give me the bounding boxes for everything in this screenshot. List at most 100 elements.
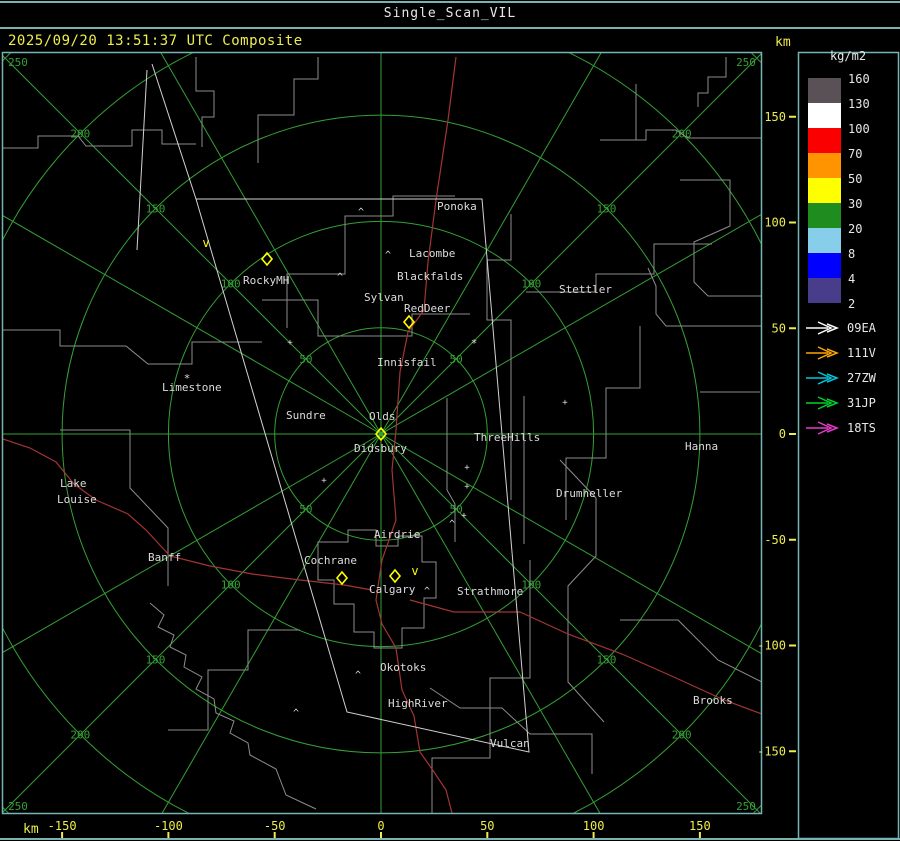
city-label-banff: Banff <box>148 551 181 564</box>
radar-display-canvas: 50 5050 50100 100100 100150 150150 150200 20020… <box>0 49 900 840</box>
city-label-hanna: Hanna <box>685 440 718 453</box>
y-tick-label--150: -150 <box>757 744 786 758</box>
asterisk-marker-icon: * <box>471 337 478 350</box>
city-label-reddeer: RedDeer <box>404 302 451 315</box>
plus-marker-icon: + <box>464 463 470 473</box>
ring-label-150: 150 <box>597 653 617 666</box>
caret-marker-icon: ^ <box>358 207 364 218</box>
caret-marker-icon: ^ <box>385 250 391 261</box>
asterisk-marker-icon: * <box>184 372 191 385</box>
azimuth-line-120deg <box>380 433 762 655</box>
plus-marker-icon: + <box>562 398 568 408</box>
yellow-v-marker-icon: v <box>202 236 209 250</box>
x-tick-label--100: -100 <box>154 819 183 833</box>
legend-swatch-6 <box>808 228 841 253</box>
plus-marker-icon: + <box>287 338 293 348</box>
legend-swatch-2 <box>808 128 841 153</box>
city-labels: Ponoka Lacombe Blackfalds SylvanRedDeer Inni… <box>57 200 733 750</box>
city-label-blackfalds: Blackfalds <box>397 270 463 283</box>
legend-value-100: 100 <box>848 122 870 136</box>
city-label-sundre: Sundre <box>286 409 326 422</box>
city-label-lacombe: Lacombe <box>409 247 455 260</box>
legend-swatch-4 <box>808 178 841 203</box>
y-tick-label-150: 150 <box>764 110 786 124</box>
radar-site-diamond-icon <box>388 568 402 584</box>
azimuth-line-210deg <box>161 433 382 813</box>
y-tick-label-100: 100 <box>764 216 786 230</box>
x-tick-label-150: 150 <box>689 819 711 833</box>
caret-marker-icon: ^ <box>424 586 430 597</box>
city-label-didsbury: Didsbury <box>354 442 407 455</box>
ring-label-150: 150 <box>597 203 617 216</box>
legend-value-30: 30 <box>848 197 862 211</box>
y-tick-label--50: -50 <box>764 533 786 547</box>
y-tick-mark <box>789 433 796 435</box>
ring-label-250: 250 <box>736 56 756 69</box>
caret-marker-icon: ^ <box>449 519 455 530</box>
x-tick-label-50: 50 <box>480 819 494 833</box>
x-tick-label-0: 0 <box>377 819 384 833</box>
city-label-rockymh: RockyMH <box>243 274 289 287</box>
ring-label-250: 250 <box>8 800 28 813</box>
ring-label-200: 200 <box>672 729 692 742</box>
legend-units-label: kg/m2 <box>830 49 866 63</box>
radar-id-label-31JP: 31JP <box>847 396 876 410</box>
legend-value-130: 130 <box>848 97 870 111</box>
radar-sector-outlines <box>136 63 530 753</box>
y-tick-mark <box>789 221 796 224</box>
legend-swatch-8 <box>808 278 841 303</box>
range-ring-250km <box>3 53 762 813</box>
legend-value-4: 4 <box>848 272 855 286</box>
x-tick-label--50: -50 <box>264 819 286 833</box>
city-label-highriver: HighRiver <box>388 697 448 710</box>
azimuth-line-315deg <box>3 55 382 435</box>
radar-id-label-27ZW: 27ZW <box>847 371 877 385</box>
legend-swatch-7 <box>808 253 841 278</box>
legend-value-8: 8 <box>848 247 855 261</box>
radar-site-diamond-icon <box>335 570 349 586</box>
city-label-olds: Olds <box>369 410 396 423</box>
ring-label-50: 50 <box>299 503 312 516</box>
city-label-vulcan: Vulcan <box>490 737 530 750</box>
legend-value-20: 20 <box>848 222 862 236</box>
y-tick-label-50: 50 <box>772 321 786 335</box>
ring-label-50: 50 <box>299 353 312 366</box>
ring-label-100: 100 <box>521 578 541 591</box>
ring-label-200: 200 <box>70 729 90 742</box>
city-label-limestone: Limestone <box>162 381 222 394</box>
y-tick-mark <box>789 644 796 647</box>
legend-swatch-3 <box>808 153 841 178</box>
caret-marker-icon: ^ <box>355 670 361 681</box>
city-label-strathmore: Strathmore <box>457 585 523 598</box>
plus-marker-icon: + <box>321 476 327 486</box>
y-tick-mark <box>789 750 796 753</box>
city-label-ponoka: Ponoka <box>437 200 477 213</box>
yellow-v-marker-icon: v <box>411 564 418 578</box>
radar-id-label-111V: 111V <box>847 346 876 360</box>
ring-label-150: 150 <box>146 203 166 216</box>
city-label-threehills: ThreeHills <box>474 431 540 444</box>
y-tick-label--100: -100 <box>757 639 786 653</box>
city-label-louise: Louise <box>57 493 97 506</box>
caret-marker-icon: ^ <box>337 272 343 283</box>
legend-value-50: 50 <box>848 172 862 186</box>
city-label-innisfail: Innisfail <box>377 356 437 369</box>
city-label-okotoks: Okotoks <box>380 661 426 674</box>
azimuth-line-330deg <box>160 53 382 435</box>
y-tick-mark <box>789 115 796 118</box>
plus-marker-icon: + <box>464 482 470 492</box>
caret-marker-icon: ^ <box>293 708 299 719</box>
city-label-drumheller: Drumheller <box>556 487 623 500</box>
radar-id-label-09EA: 09EA <box>847 321 877 335</box>
ring-label-100: 100 <box>221 278 241 291</box>
y-tick-label-0: 0 <box>779 427 786 441</box>
y-tick-mark <box>789 327 796 330</box>
ring-label-100: 100 <box>221 578 241 591</box>
color-scale-legend: 160 130 100 70 50 30 20 8 4 2 09EA 111V 27ZW 31JP 18TS <box>806 72 877 435</box>
city-label-sylvan: Sylvan <box>364 291 404 304</box>
azimuth-line-45deg <box>380 53 762 435</box>
legend-value-160: 160 <box>848 72 870 86</box>
radar-id-label-18TS: 18TS <box>847 421 876 435</box>
city-label-calgary: Calgary <box>369 583 416 596</box>
legend-value-2: 2 <box>848 297 855 311</box>
